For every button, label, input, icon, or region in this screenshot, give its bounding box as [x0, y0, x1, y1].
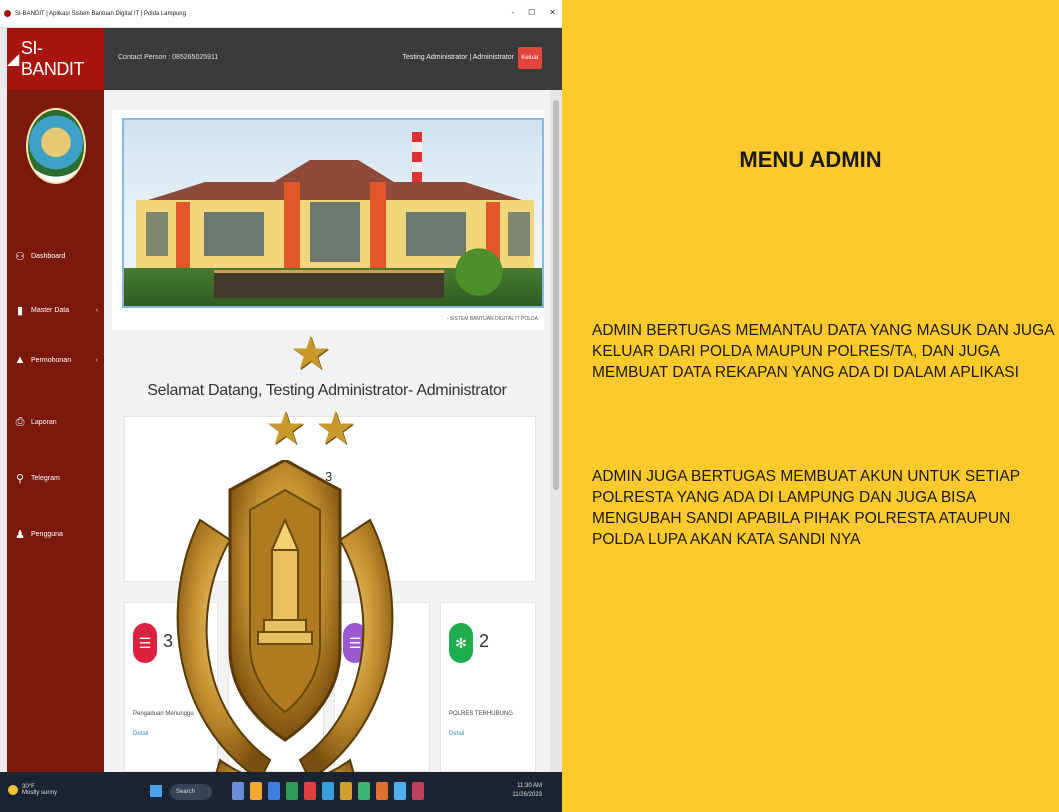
polda-seal-logo — [25, 108, 86, 184]
stat-value: 2 — [479, 631, 490, 651]
contact-person: Contact Person : 085265025911 — [118, 54, 219, 61]
banner-card: - SISTEM BANTUAN DIGITAL IT POLDA — [112, 110, 544, 330]
sidebar-item-dashboard[interactable]: ⚇ Dashboard — [7, 250, 104, 263]
sidebar-item-label: Dashboard — [31, 252, 66, 260]
sidebar-item-label: Permohonan — [31, 356, 72, 364]
chevron-left-icon: ‹ — [95, 306, 98, 314]
slide: SI-BANDIT | Aplikasi Sistem Bantuan Digi… — [0, 0, 1059, 812]
sidebar-item-telegram[interactable]: ⚲ Telegram — [7, 472, 104, 485]
sidebar-item-label: Master Data — [31, 306, 70, 314]
taskbar-apps — [232, 782, 424, 800]
list-icon: ☰ — [133, 623, 157, 663]
brand-logo[interactable]: ◢ SI-BANDIT — [7, 28, 104, 90]
brand-name: SI-BANDIT — [20, 38, 85, 79]
user-icon: ♟ — [15, 528, 25, 541]
dashboard-icon: ⚇ — [15, 250, 25, 263]
close-button[interactable]: ✕ — [549, 8, 556, 17]
start-button[interactable] — [150, 785, 162, 797]
star-icon: ★ — [265, 402, 307, 454]
sidebar-item-permohonan[interactable]: ▲ Permohonan ‹ — [7, 354, 104, 366]
brand-arrow-icon: ◢ — [7, 51, 19, 68]
weather-desc: Mostly sunny — [22, 790, 58, 796]
system-clock[interactable]: 11:30 AM 11/26/2023 — [512, 782, 542, 800]
minimize-button[interactable]: - — [511, 8, 514, 17]
weather-widget[interactable]: 30°F Mostly sunny — [22, 784, 57, 796]
taskbar-app-icon[interactable] — [286, 782, 298, 800]
page-scrollbar[interactable] — [550, 90, 562, 772]
star-icon: ★ — [290, 327, 332, 379]
sidebar-item-pengguna[interactable]: ♟ Pengguna — [7, 528, 104, 541]
search-icon: ⚲ — [15, 472, 25, 485]
banner-caption: - SISTEM BANTUAN DIGITAL IT POLDA — [446, 316, 538, 322]
weather-icon — [8, 785, 18, 795]
print-icon: ⎙ — [15, 415, 25, 428]
maximize-button[interactable]: ☐ — [528, 8, 535, 17]
chevron-left-icon: ‹ — [95, 356, 98, 364]
taskbar-app-icon[interactable] — [304, 782, 316, 800]
sidebar-item-label: Telegram — [31, 474, 60, 482]
taskbar-app-icon[interactable] — [412, 782, 424, 800]
info-panel: MENU ADMIN ADMIN BERTUGAS MEMANTAU DATA … — [562, 0, 1059, 812]
emblem-crest-icon — [176, 460, 394, 800]
sidebar-item-label: Pengguna — [31, 530, 63, 538]
polda-building-image — [122, 118, 544, 308]
window-titlebar: SI-BANDIT | Aplikasi Sistem Bantuan Digi… — [0, 0, 562, 28]
taskbar-app-icon[interactable] — [340, 782, 352, 800]
star-icon: ★ — [315, 402, 357, 454]
windows-taskbar: 30°F Mostly sunny Search 11:30 AM 11/26/… — [0, 772, 562, 812]
stat-detail-link[interactable]: Detail — [133, 731, 148, 737]
taskbar-app-icon[interactable] — [322, 782, 334, 800]
panel-paragraph-2: ADMIN JUGA BERTUGAS MEMBUAT AKUN UNTUK S… — [592, 468, 1020, 548]
taskbar-search[interactable]: Search — [170, 784, 212, 800]
bell-icon: ▲ — [14, 354, 26, 366]
sidebar: ◢ SI-BANDIT ⚇ Dashboard ▮ Master Data ‹ … — [7, 28, 104, 772]
network-icon: ✻ — [449, 623, 473, 663]
stat-detail-link[interactable]: Detail — [449, 731, 464, 737]
top-navbar: Contact Person : 085265025911 Testing Ad… — [104, 28, 562, 90]
app-window: SI-BANDIT | Aplikasi Sistem Bantuan Digi… — [0, 0, 562, 812]
logout-button[interactable]: Keluar — [518, 47, 542, 69]
sidebar-item-label: Laporan — [31, 418, 57, 426]
clock-date: 11/26/2023 — [512, 792, 542, 798]
taskbar-app-icon[interactable] — [268, 782, 280, 800]
taskbar-app-icon[interactable] — [358, 782, 370, 800]
taskbar-app-icon[interactable] — [376, 782, 388, 800]
file-icon: ▮ — [16, 304, 24, 317]
police-emblem-image: ★ ★ ★ — [160, 330, 410, 810]
taskbar-app-icon[interactable] — [250, 782, 262, 800]
scrollbar-thumb[interactable] — [553, 100, 559, 490]
clock-time: 11:30 AM — [517, 783, 542, 789]
sidebar-item-master-data[interactable]: ▮ Master Data ‹ — [7, 304, 104, 317]
user-menu[interactable]: Testing Administrator | Administrator — [402, 54, 514, 61]
search-label: Search — [176, 789, 196, 795]
sidebar-item-laporan[interactable]: ⎙ Laporan — [7, 416, 104, 428]
taskbar-app-icon[interactable] — [232, 782, 244, 800]
panel-paragraph-1: ADMIN BERTUGAS MEMANTAU DATA YANG MASUK … — [592, 322, 1054, 381]
window-title: SI-BANDIT | Aplikasi Sistem Bantuan Digi… — [15, 10, 186, 17]
taskbar-app-icon[interactable] — [394, 782, 406, 800]
app-favicon-icon — [4, 10, 11, 17]
stat-label: POLRES TERHUBUNG — [449, 711, 513, 717]
stat-card-polres: ✻ 2 POLRES TERHUBUNG Detail — [440, 602, 536, 772]
panel-title: MENU ADMIN — [739, 147, 882, 172]
